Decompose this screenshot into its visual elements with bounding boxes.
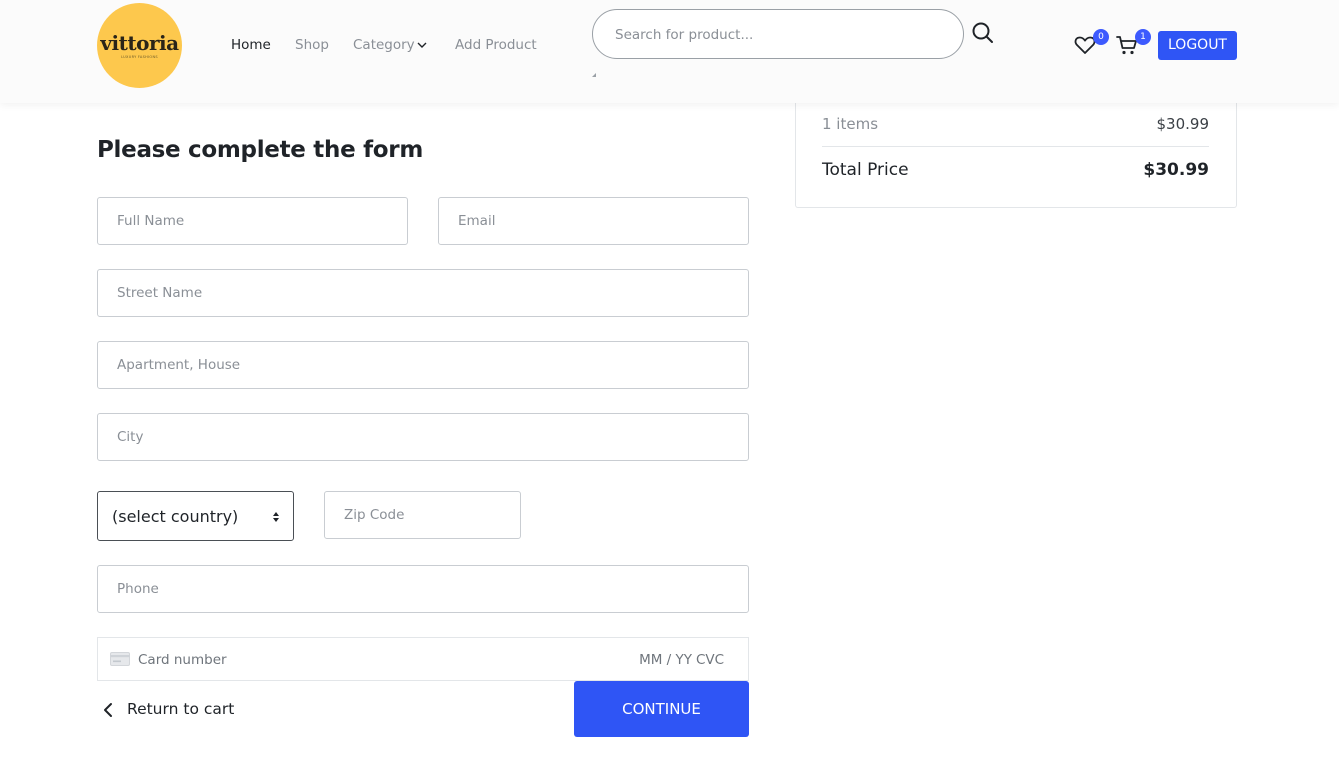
logo-text: vittoria [100,31,179,55]
full-name-field [97,197,408,245]
zip-field [324,491,521,539]
full-name-input[interactable] [98,198,407,244]
logout-button[interactable]: LOGOUT [1158,31,1237,60]
apartment-input[interactable] [98,342,748,388]
summary-items-price: $30.99 [1156,115,1210,133]
card-element [97,637,749,681]
phone-field [97,565,749,613]
country-select[interactable]: (select country) [97,491,294,541]
site-header: vittoria LUXURY FASHIONS Home Shop Categ… [0,0,1339,103]
decorative-mark [592,73,596,77]
email-field [438,197,749,245]
wishlist-button[interactable]: 0 [1073,29,1109,59]
select-arrows-icon [273,512,279,522]
nav-category[interactable]: Category [353,37,427,53]
city-field [97,413,749,461]
summary-total-price: $30.99 [1143,160,1209,180]
cart-count-badge: 1 [1135,29,1151,45]
city-input[interactable] [98,414,748,460]
chevron-left-icon [104,703,112,717]
card-cvc-input[interactable] [696,650,726,670]
logo[interactable]: vittoria LUXURY FASHIONS [97,3,182,88]
search-input[interactable] [615,24,935,46]
page-title: Please complete the form [97,137,423,163]
search-icon[interactable] [971,21,995,45]
country-select-value: (select country) [112,507,239,526]
chevron-down-icon [417,42,427,48]
order-summary: 1 items $30.99 Total Price $30.99 [795,90,1237,208]
nav-add-product[interactable]: Add Product [455,37,537,53]
continue-button[interactable]: CONTINUE [574,681,749,737]
return-to-cart-label: Return to cart [127,700,235,718]
street-input[interactable] [98,270,748,316]
zip-input[interactable] [325,492,520,538]
apartment-field [97,341,749,389]
summary-items-count: 1 items [822,115,879,133]
card-expiry-input[interactable] [634,650,692,670]
phone-input[interactable] [98,566,748,612]
logo-tagline: LUXURY FASHIONS [121,55,158,59]
credit-card-icon [110,652,130,666]
street-field [97,269,749,317]
nav-home[interactable]: Home [231,37,271,53]
summary-total-label: Total Price [822,160,909,180]
nav-shop[interactable]: Shop [295,37,329,53]
wishlist-count-badge: 0 [1093,29,1109,45]
cart-button[interactable]: 1 [1115,29,1151,59]
search-box [592,9,964,59]
card-number-input[interactable] [138,650,538,670]
email-input[interactable] [439,198,748,244]
nav-category-label: Category [353,37,415,53]
summary-divider [822,146,1209,147]
